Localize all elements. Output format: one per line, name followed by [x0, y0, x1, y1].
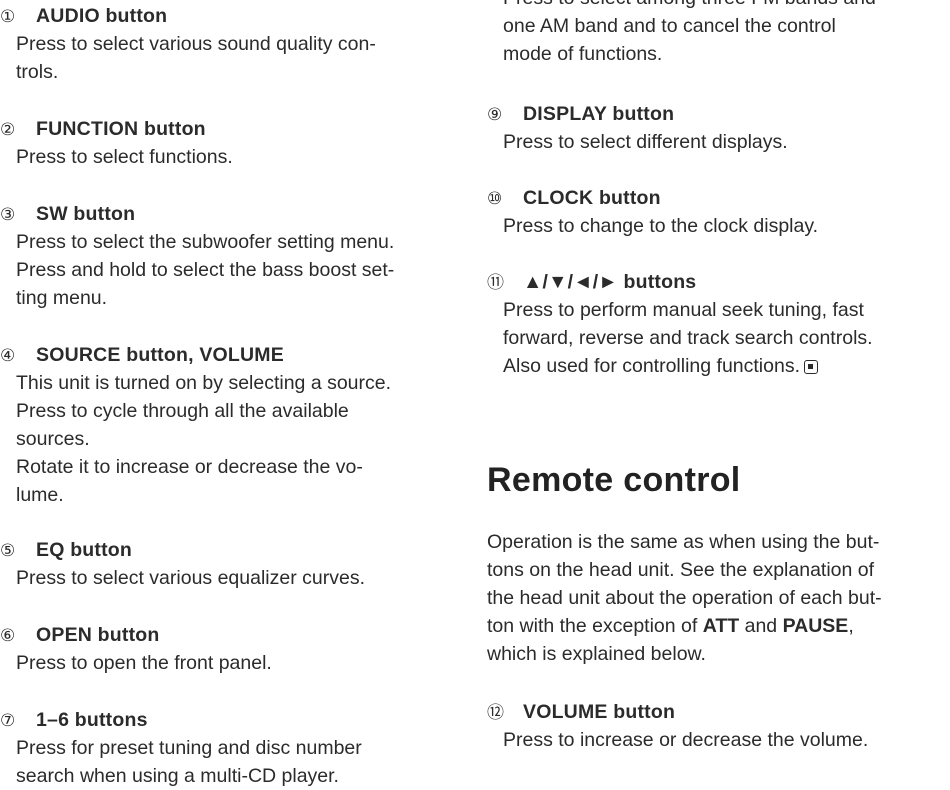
item-display: ⑨ DISPLAY button Press to select differen… [487, 100, 950, 156]
item-audio: ① AUDIO button Press to select various so… [0, 2, 470, 86]
item-label: SOURCE button, VOLUME [36, 344, 284, 366]
item-description: Press to open the front panel. [16, 652, 272, 674]
pause-label: PAUSE [782, 615, 849, 637]
item-number: ⑥ [0, 626, 16, 645]
item-sw: ③ SW button Press to select the subwoofer… [0, 200, 470, 312]
item-number: ⑤ [0, 541, 16, 560]
item-open: ⑥ OPEN button Press to open the front pan… [0, 621, 470, 677]
item-1-6-buttons: ⑦ 1–6 buttons Press for preset tuning and… [0, 706, 470, 790]
item-number: ⑨ [487, 105, 503, 124]
item-label: OPEN button [36, 624, 160, 646]
item-description: Press to select various equalizer curves… [16, 567, 365, 589]
item-label: FUNCTION button [36, 118, 206, 140]
item-number: ② [0, 120, 16, 139]
remote-control-paragraph: Operation is the same as when using the … [487, 531, 882, 665]
item-label: DISPLAY button [523, 103, 675, 125]
item-description: Press to increase or decrease the volume… [503, 729, 869, 751]
item-number: ⑦ [0, 711, 16, 730]
item-description: This unit is turned on by selecting a so… [16, 372, 392, 506]
item-label: 1–6 buttons [36, 709, 148, 731]
item-label: EQ button [36, 539, 133, 561]
item-label: AUDIO button [36, 5, 168, 27]
item-label: CLOCK button [523, 187, 661, 209]
item-description: Press to select functions. [16, 146, 233, 168]
item-number: ⑫ [487, 703, 504, 722]
item-number: ④ [0, 346, 16, 365]
item-source-volume: ④ SOURCE button, VOLUME This unit is turn… [0, 341, 470, 509]
item-label: ▲/▼/◄/► buttons [523, 271, 697, 293]
end-mark-icon [804, 360, 818, 374]
section-title: Remote control [487, 461, 741, 499]
item-label: SW button [36, 203, 136, 225]
item-number: ⑪ [487, 273, 504, 292]
item-function: ② FUNCTION button Press to select functio… [0, 115, 470, 171]
item-description: Press to change to the clock display. [503, 215, 819, 237]
att-label: ATT [702, 615, 740, 637]
item-description: Press to select various sound quality co… [16, 33, 376, 83]
item-label: VOLUME button [523, 701, 676, 723]
item-number: ⑩ [487, 189, 503, 208]
item-band-continued: Press to select among three FM bands and… [487, 0, 950, 68]
item-volume: ⑫ VOLUME button Press to increase or decr… [487, 698, 950, 754]
item-description: Press to select among three FM bands and… [503, 0, 876, 65]
item-number: ③ [0, 205, 16, 224]
item-description: Press to select different displays. [503, 131, 788, 153]
item-clock: ⑩ CLOCK button Press to change to the clo… [487, 184, 950, 240]
item-description: Press to select the subwoofer setting me… [16, 231, 395, 309]
item-arrow-buttons: ⑪ ▲/▼/◄/► buttons Press to perform manual… [487, 268, 950, 380]
item-eq: ⑤ EQ button Press to select various equal… [0, 536, 470, 592]
item-number: ① [0, 7, 16, 26]
item-description: Press to perform manual seek tuning, fas… [503, 299, 873, 377]
